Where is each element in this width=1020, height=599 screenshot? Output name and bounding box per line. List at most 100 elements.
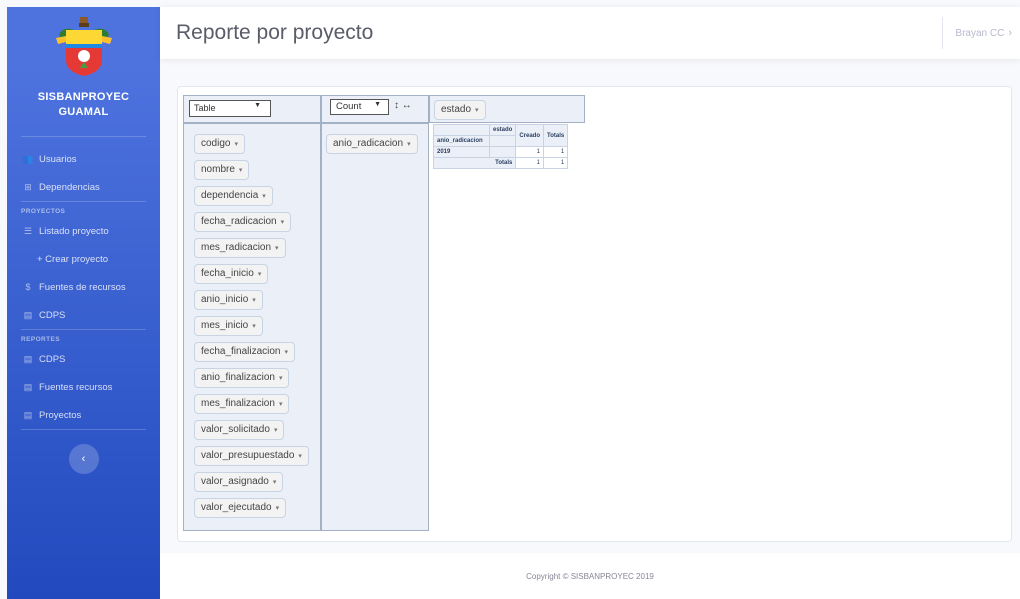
- sidebar-item-fuentes-de-recursos[interactable]: $ Fuentes de recursos: [7, 273, 160, 301]
- sidebar-item-label: Fuentes de recursos: [39, 281, 126, 293]
- table-icon: ▤: [23, 381, 33, 392]
- users-icon: 👥: [22, 153, 34, 164]
- attr-pill[interactable]: codigo ▾: [194, 134, 245, 154]
- table-totals-row: Totals 1 1: [432, 157, 569, 169]
- attr-pill-label: valor_asignado: [201, 476, 269, 487]
- filter-triangle-icon[interactable]: ▾: [281, 219, 285, 226]
- table-cell[interactable]: 1: [515, 146, 545, 158]
- aggregator-select[interactable]: Count ▼: [330, 99, 389, 115]
- sidebar-item-dependencias[interactable]: ⊞ Dependencias: [7, 173, 160, 201]
- dollar-icon: $: [25, 282, 31, 292]
- attr-pill[interactable]: nombre ▾: [194, 160, 250, 180]
- filter-triangle-icon[interactable]: ▾: [276, 505, 280, 512]
- attr-pill-label: dependencia: [201, 190, 259, 201]
- attr-pill-label: anio_finalizacion: [201, 372, 275, 383]
- sidebar-brand[interactable]: SISBANPROYEC GUAMAL: [7, 7, 160, 120]
- sidebar-item-reporte-cdps[interactable]: ▤ CDPS: [7, 345, 160, 373]
- table-cell[interactable]: 1: [543, 157, 569, 169]
- sidebar-heading-reportes: REPORTES: [21, 336, 60, 343]
- attr-pill-anio-radicacion[interactable]: anio_radicacion ▾: [326, 134, 418, 154]
- sort-order-toggle[interactable]: ↕ ↔: [394, 100, 412, 111]
- renderer-select[interactable]: Table ▼: [189, 100, 271, 117]
- filter-triangle-icon[interactable]: ▾: [475, 107, 479, 114]
- attr-pill-estado[interactable]: estado ▾: [434, 100, 486, 120]
- municipality-crest-logo: [55, 17, 112, 76]
- list-icon: ☰: [23, 225, 33, 236]
- table-cell[interactable]: 1: [543, 146, 569, 158]
- attr-pill[interactable]: fecha_finalizacion ▾: [194, 342, 296, 362]
- table-row-header: 2019: [433, 146, 490, 158]
- table-row-label: anio_radicacion: [433, 135, 490, 147]
- filter-triangle-icon[interactable]: ▾: [252, 323, 256, 330]
- attr-pill-label: fecha_radicacion: [201, 216, 277, 227]
- chevron-right-icon: ›: [1008, 27, 1012, 39]
- attr-pill[interactable]: anio_inicio ▾: [194, 290, 263, 310]
- sidebar-item-reporte-fuentes-recursos[interactable]: ▤ Fuentes recursos: [7, 373, 160, 401]
- attr-pill-label: valor_presupuestado: [201, 450, 295, 461]
- sidebar-item-label: CDPS: [39, 309, 66, 321]
- sidebar-item-usuarios[interactable]: 👥 Usuarios: [7, 145, 160, 173]
- attr-pill[interactable]: valor_solicitado ▾: [194, 420, 285, 440]
- sidebar-item-label: Fuentes recursos: [39, 381, 113, 393]
- sidebar-item-cdps[interactable]: ▤ CDPS: [7, 301, 160, 329]
- attr-pill[interactable]: anio_finalizacion ▾: [194, 368, 290, 388]
- sidebar: SISBANPROYEC GUAMAL 👥 Usuarios ⊞ Depende…: [7, 7, 160, 599]
- attr-pill-label: codigo: [201, 138, 231, 149]
- table-icon: ▤: [23, 409, 33, 420]
- user-name: Brayan CC: [955, 27, 1005, 39]
- attr-pill[interactable]: fecha_inicio ▾: [194, 264, 269, 284]
- attr-pill[interactable]: dependencia ▾: [194, 186, 273, 206]
- sidebar-item-crear-proyecto[interactable]: + Crear proyecto: [7, 245, 160, 273]
- table-icon: ▤: [23, 309, 33, 320]
- sidebar-toggle-button[interactable]: ‹: [68, 444, 99, 474]
- attr-pill[interactable]: valor_presupuestado ▾: [194, 446, 309, 466]
- sidebar-item-reporte-proyectos[interactable]: ▤ Proyectos: [7, 401, 160, 429]
- pivot-row-attrs-area[interactable]: [321, 123, 429, 531]
- user-menu[interactable]: Brayan CC ›: [942, 17, 1020, 49]
- table-cell[interactable]: 1: [515, 157, 545, 169]
- filter-triangle-icon[interactable]: ▾: [279, 375, 283, 382]
- filter-triangle-icon[interactable]: ▾: [279, 401, 283, 408]
- caret-down-icon: ▼: [254, 102, 261, 109]
- attr-pill[interactable]: fecha_radicacion ▾: [194, 212, 292, 232]
- filter-triangle-icon[interactable]: ▾: [298, 453, 302, 460]
- brand-name: SISBANPROYEC: [37, 91, 130, 103]
- sidebar-item-label: + Crear proyecto: [37, 253, 109, 265]
- filter-triangle-icon[interactable]: ▾: [234, 141, 238, 148]
- attr-pill-label: valor_ejecutado: [201, 502, 272, 513]
- filter-triangle-icon[interactable]: ▾: [239, 167, 243, 174]
- attr-pill[interactable]: valor_asignado ▾: [194, 472, 284, 492]
- attr-pill-label: mes_inicio: [201, 320, 249, 331]
- attr-pill-label: anio_radicacion: [333, 138, 404, 149]
- sidebar-item-label: Proyectos: [39, 409, 82, 421]
- filter-triangle-icon[interactable]: ▾: [407, 141, 411, 148]
- filter-triangle-icon[interactable]: ▾: [275, 245, 279, 252]
- sidebar-heading-proyectos: PROYECTOS: [21, 208, 66, 215]
- filter-triangle-icon[interactable]: ▾: [274, 427, 278, 434]
- attr-pill-label: fecha_inicio: [201, 268, 254, 279]
- filter-triangle-icon[interactable]: ▾: [262, 193, 266, 200]
- table-header-empty: [488, 146, 517, 158]
- table-col-header: Totals: [543, 124, 569, 147]
- filter-triangle-icon[interactable]: ▾: [252, 297, 256, 304]
- sitemap-icon: ⊞: [24, 181, 32, 192]
- attr-pill-label: mes_finalizacion: [201, 398, 275, 409]
- attr-pill[interactable]: valor_ejecutado ▾: [194, 498, 287, 518]
- attr-pill[interactable]: mes_finalizacion ▾: [194, 394, 290, 414]
- attr-pill-label: fecha_finalizacion: [201, 346, 281, 357]
- sidebar-item-listado-proyecto[interactable]: ☰ Listado proyecto: [7, 217, 160, 245]
- renderer-value: Table: [194, 103, 216, 113]
- attr-pill-label: nombre: [201, 164, 235, 175]
- filter-triangle-icon[interactable]: ▾: [273, 479, 277, 486]
- pivot-output-table: estado Creado Totals anio_radicacion 201…: [432, 124, 569, 169]
- sidebar-item-label: CDPS: [39, 353, 66, 365]
- topbar: Reporte por proyecto Brayan CC ›: [160, 7, 1020, 59]
- footer: Copyright © SISBANPROYEC 2019: [160, 553, 1020, 599]
- attr-pill-label: anio_inicio: [201, 294, 249, 305]
- filter-triangle-icon[interactable]: ▾: [258, 271, 262, 278]
- attr-pill-label: valor_solicitado: [201, 424, 270, 435]
- filter-triangle-icon[interactable]: ▾: [285, 349, 289, 356]
- aggregator-value: Count: [336, 101, 362, 112]
- attr-pill[interactable]: mes_radicacion ▾: [194, 238, 286, 258]
- attr-pill[interactable]: mes_inicio ▾: [194, 316, 263, 336]
